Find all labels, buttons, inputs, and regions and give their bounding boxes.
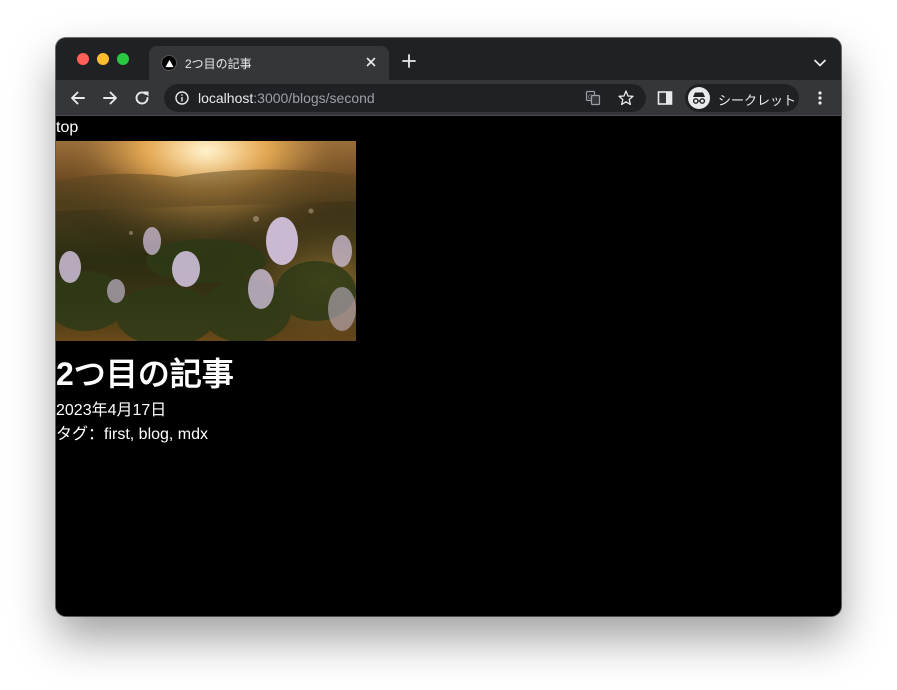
- toolbar: localhost:3000/blogs/second G シークレット: [56, 80, 841, 116]
- incognito-label: シークレット: [718, 93, 797, 108]
- side-panel-icon[interactable]: [657, 90, 673, 106]
- more-menu-icon[interactable]: [813, 90, 827, 106]
- incognito-icon: [688, 87, 710, 109]
- top-link[interactable]: top: [56, 119, 78, 137]
- browser-window: 2つ目の記事 localhost:3000/blogs/second G シーク…: [56, 38, 841, 616]
- url-host: localhost: [198, 90, 254, 106]
- bookmark-star-icon[interactable]: [617, 89, 635, 107]
- minimize-window-button[interactable]: [97, 53, 109, 65]
- site-info-icon[interactable]: [174, 90, 190, 106]
- url-path: :3000/blogs/second: [253, 90, 375, 106]
- close-tab-icon[interactable]: [363, 54, 379, 70]
- forward-arrow-icon[interactable]: [101, 89, 119, 107]
- svg-text:G: G: [588, 94, 593, 101]
- maximize-window-button[interactable]: [117, 53, 129, 65]
- tab-strip: 2つ目の記事: [56, 38, 841, 80]
- post-tags: タグ：first, blog, mdx: [56, 426, 209, 443]
- vercel-favicon-icon: [161, 55, 177, 71]
- page-content: top 2つ目の記事 2023年4月17日 タグ：first, blog, md…: [56, 117, 841, 616]
- sunset-flowers-photo: [56, 141, 356, 341]
- incognito-profile-button[interactable]: シークレット: [685, 84, 799, 112]
- back-arrow-icon[interactable]: [69, 89, 87, 107]
- tab-active[interactable]: 2つ目の記事: [149, 46, 389, 80]
- chevron-down-icon[interactable]: [813, 55, 827, 67]
- url-text[interactable]: localhost:3000/blogs/second: [198, 90, 375, 106]
- translate-icon[interactable]: G: [585, 90, 601, 106]
- close-window-button[interactable]: [77, 53, 89, 65]
- post-date: 2023年4月17日: [56, 402, 167, 419]
- tab-title: 2つ目の記事: [185, 57, 252, 71]
- hero-image: [56, 141, 356, 341]
- address-bar[interactable]: localhost:3000/blogs/second G: [164, 84, 646, 112]
- new-tab-icon[interactable]: [401, 53, 417, 69]
- reload-icon[interactable]: [133, 89, 151, 107]
- post-title: 2つ目の記事: [56, 356, 234, 392]
